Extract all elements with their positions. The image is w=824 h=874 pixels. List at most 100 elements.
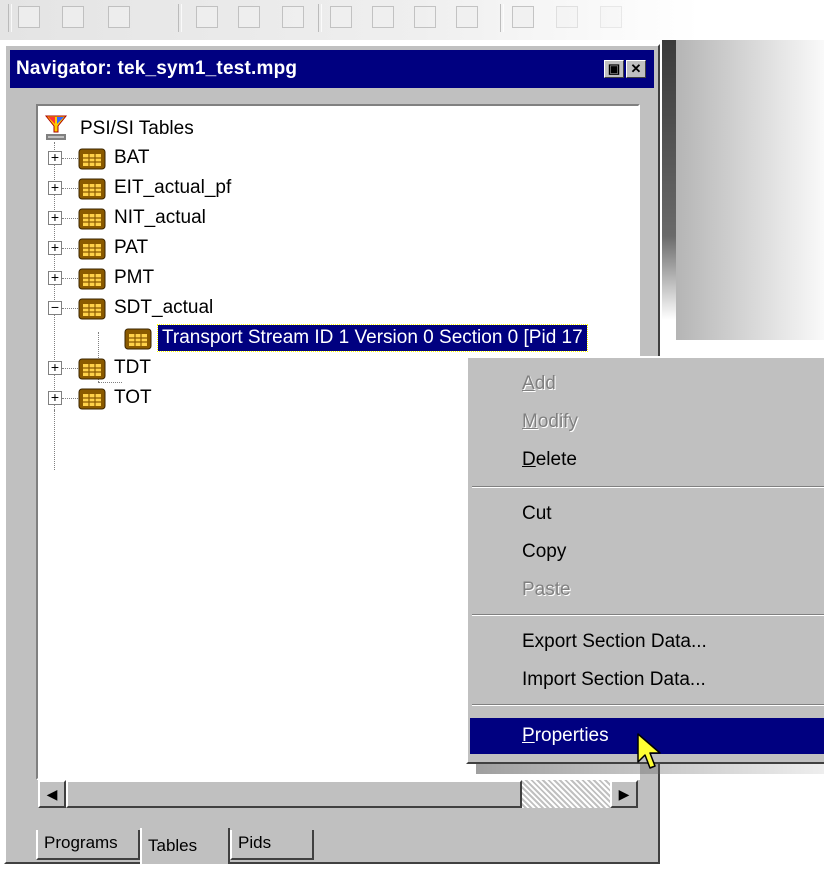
menu-mnemonic: A bbox=[522, 373, 535, 394]
tree-connector bbox=[62, 308, 78, 309]
expand-icon[interactable]: + bbox=[48, 390, 62, 405]
collapse-icon[interactable]: − bbox=[48, 300, 62, 315]
tree-connector bbox=[62, 278, 78, 279]
menu-item-paste[interactable]: Paste bbox=[470, 572, 824, 608]
toolbar-button[interactable] bbox=[282, 6, 304, 28]
table-icon bbox=[78, 208, 106, 230]
toolbar-separator bbox=[8, 4, 12, 32]
toolbar-button[interactable] bbox=[18, 6, 40, 28]
menu-item-add[interactable]: Add bbox=[470, 366, 824, 402]
table-icon bbox=[78, 298, 106, 320]
toolbar-button[interactable] bbox=[196, 6, 218, 28]
tree-node-pmt[interactable]: + PMT bbox=[48, 264, 638, 294]
right-arrow-icon: ▶ bbox=[618, 786, 630, 802]
toolbar-separator bbox=[318, 4, 322, 32]
menu-item-copy[interactable]: Copy bbox=[470, 534, 824, 570]
menu-label: dd bbox=[534, 373, 556, 394]
arrow-cursor-icon bbox=[637, 733, 661, 769]
menu-mnemonic: D bbox=[522, 449, 536, 470]
tree-node-label: NIT_actual bbox=[114, 207, 206, 228]
table-icon bbox=[78, 238, 106, 260]
expand-icon[interactable]: + bbox=[48, 360, 62, 375]
tree-node-label: PMT bbox=[114, 267, 155, 288]
close-button[interactable]: ✕ bbox=[626, 60, 646, 78]
menu-label: elete bbox=[535, 449, 577, 470]
restore-button[interactable]: ▣ bbox=[604, 60, 624, 78]
table-icon bbox=[78, 268, 106, 290]
menu-label: odify bbox=[537, 411, 578, 432]
tree-node-label: PAT bbox=[114, 237, 149, 258]
toolbar-button[interactable] bbox=[600, 6, 622, 28]
tree-connector bbox=[54, 410, 55, 470]
toolbar-button[interactable] bbox=[62, 6, 84, 28]
table-icon bbox=[78, 148, 106, 170]
restore-icon: ▣ bbox=[607, 61, 621, 76]
menu-item-delete[interactable]: Delete bbox=[470, 442, 824, 478]
expand-icon[interactable]: + bbox=[48, 240, 62, 255]
tree-root-label: PSI/SI Tables bbox=[80, 118, 194, 139]
tree-connector bbox=[62, 398, 78, 399]
close-icon: ✕ bbox=[630, 61, 642, 76]
window-frame-edge bbox=[662, 40, 676, 320]
toolbar-separator bbox=[178, 4, 182, 32]
table-icon bbox=[78, 388, 106, 410]
menu-separator bbox=[472, 614, 824, 616]
context-menu: Add Modify Delete Cut Copy Paste Export … bbox=[466, 356, 824, 764]
tree-connector bbox=[62, 158, 78, 159]
horizontal-scrollbar[interactable]: ◀ ▶ bbox=[38, 780, 638, 810]
table-icon bbox=[78, 358, 106, 380]
tree-node-label: SDT_actual bbox=[114, 297, 214, 318]
tree-connector bbox=[62, 188, 78, 189]
tree-connector bbox=[62, 368, 78, 369]
menu-separator bbox=[472, 486, 824, 488]
menu-mnemonic: P bbox=[522, 725, 535, 746]
tree-node-label: BAT bbox=[114, 147, 150, 168]
tab-tables[interactable]: Tables bbox=[140, 828, 230, 864]
tree-node-sdt-actual[interactable]: − SDT_actual bbox=[48, 294, 638, 324]
menu-item-import-section-data[interactable]: Import Section Data... bbox=[470, 662, 824, 698]
selected-tree-item-label: Transport Stream ID 1 Version 0 Section … bbox=[157, 324, 588, 352]
left-arrow-icon: ◀ bbox=[46, 786, 58, 802]
table-icon bbox=[78, 178, 106, 200]
toolbar-button[interactable] bbox=[456, 6, 478, 28]
expand-icon[interactable]: + bbox=[48, 150, 62, 165]
expand-icon[interactable]: + bbox=[48, 210, 62, 225]
tree-child-transport-stream[interactable]: Transport Stream ID 1 Version 0 Section … bbox=[98, 324, 638, 354]
toolbar-button[interactable] bbox=[512, 6, 534, 28]
tree-node-pat[interactable]: + PAT bbox=[48, 234, 638, 264]
menu-item-export-section-data[interactable]: Export Section Data... bbox=[470, 624, 824, 660]
toolbar-button[interactable] bbox=[414, 6, 436, 28]
scroll-right-button[interactable]: ▶ bbox=[610, 780, 638, 808]
expand-icon[interactable]: + bbox=[48, 270, 62, 285]
menu-separator bbox=[472, 704, 824, 706]
toolbar-button[interactable] bbox=[108, 6, 130, 28]
scroll-left-button[interactable]: ◀ bbox=[38, 780, 66, 808]
tree-node-label: TDT bbox=[114, 357, 151, 378]
expand-icon[interactable]: + bbox=[48, 180, 62, 195]
toolbar-button[interactable] bbox=[556, 6, 578, 28]
menu-mnemonic: M bbox=[522, 411, 538, 432]
tree-node-bat[interactable]: + BAT bbox=[48, 144, 638, 174]
tree-node-label: TOT bbox=[114, 387, 152, 408]
tree-node-eit-actual-pf[interactable]: + EIT_actual_pf bbox=[48, 174, 638, 204]
window-title: Navigator: tek_sym1_test.mpg bbox=[16, 58, 298, 79]
table-icon bbox=[124, 328, 152, 350]
toolbar-separator bbox=[500, 4, 504, 32]
tab-programs[interactable]: Programs bbox=[36, 830, 140, 860]
tree-connector bbox=[62, 248, 78, 249]
tree-connector bbox=[62, 218, 78, 219]
toolbar bbox=[0, 0, 700, 40]
menu-item-cut[interactable]: Cut bbox=[470, 496, 824, 532]
tree-node-nit-actual[interactable]: + NIT_actual bbox=[48, 204, 638, 234]
tab-pids[interactable]: Pids bbox=[230, 830, 314, 860]
filter-icon bbox=[44, 115, 68, 140]
menu-label: roperties bbox=[534, 725, 609, 746]
toolbar-button[interactable] bbox=[238, 6, 260, 28]
title-bar[interactable]: Navigator: tek_sym1_test.mpg ▣ ✕ bbox=[10, 50, 654, 88]
menu-item-modify[interactable]: Modify bbox=[470, 404, 824, 440]
tree-node-label: EIT_actual_pf bbox=[114, 177, 232, 198]
window-shadow bbox=[676, 40, 824, 340]
toolbar-button[interactable] bbox=[372, 6, 394, 28]
scroll-thumb[interactable] bbox=[66, 780, 522, 808]
toolbar-button[interactable] bbox=[330, 6, 352, 28]
